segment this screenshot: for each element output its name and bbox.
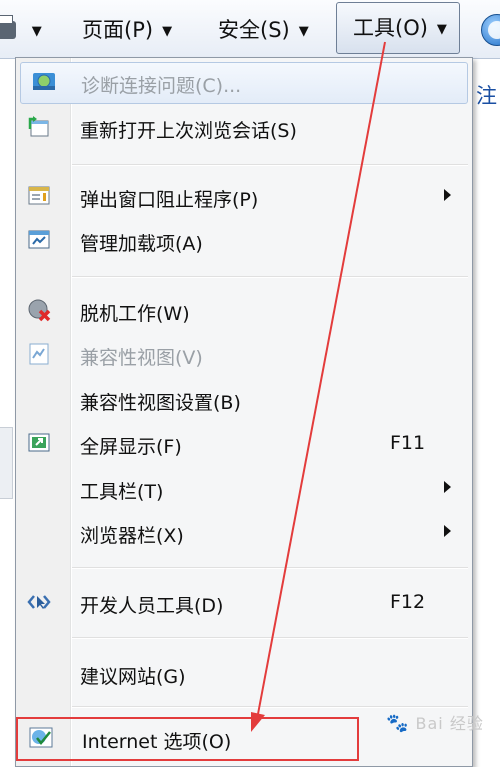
developer-tools-icon — [27, 595, 51, 609]
watermark: 🐾 Bai 经验 — [386, 710, 484, 734]
command-bar: ▼ 页面(P) ▼ 安全(S) ▼ 工具(O) ▼ — [0, 0, 500, 59]
menu-item-label: 浏览器栏(X) — [80, 525, 184, 547]
menu-item-diagnose-connection[interactable]: 诊断连接问题(C)... — [20, 62, 468, 104]
reopen-session-icon — [28, 116, 49, 137]
menu-item-work-offline[interactable]: 脱机工作(W) — [16, 291, 472, 331]
help-icon[interactable] — [481, 14, 500, 46]
shortcut-label: F11 — [390, 432, 426, 454]
menu-item-label: 弹出窗口阻止程序(P) — [80, 189, 259, 211]
menu-item-label: 诊断连接问题(C)... — [81, 75, 242, 97]
menu-item-compatibility-view[interactable]: 兼容性视图(V) — [16, 335, 472, 375]
menu-item-label: Internet 选项(O) — [82, 731, 232, 753]
fullscreen-icon — [28, 433, 50, 452]
tools-dropdown-menu: 诊断连接问题(C)... 重新打开上次浏览会话(S) 弹出窗口阻止程序(P) 管… — [15, 57, 473, 767]
menu-item-explorer-bars[interactable]: 浏览器栏(X) — [16, 513, 472, 553]
menu-item-label: 兼容性视图(V) — [80, 347, 203, 369]
print-button[interactable]: ▼ — [0, 10, 42, 50]
printer-icon — [0, 15, 16, 39]
menu-item-manage-addons[interactable]: 管理加载项(A) — [16, 221, 472, 261]
submenu-arrow-icon — [444, 189, 451, 201]
paw-icon: 🐾 — [386, 713, 410, 734]
chevron-down-icon: ▼ — [298, 24, 309, 39]
menu-item-fullscreen[interactable]: 全屏显示(F) F11 — [16, 424, 472, 464]
menu-item-popup-blocker[interactable]: 弹出窗口阻止程序(P) — [16, 177, 472, 217]
compat-view-icon — [29, 343, 49, 365]
menu-item-suggested-sites[interactable]: 建议网站(G) — [16, 654, 472, 694]
page-menu-label: 页面(P) — [82, 18, 154, 42]
menu-item-label: 脱机工作(W) — [80, 303, 190, 325]
menu-item-label: 工具栏(T) — [80, 481, 164, 503]
page-menu-button[interactable]: 页面(P) ▼ — [82, 10, 172, 50]
submenu-arrow-icon — [444, 525, 451, 537]
tools-menu-button[interactable]: 工具(O) ▼ — [336, 2, 460, 54]
chevron-down-icon: ▼ — [162, 24, 173, 39]
work-offline-icon — [28, 299, 51, 322]
print-dropdown-arrow[interactable]: ▼ — [32, 24, 42, 39]
safety-menu-label: 安全(S) — [218, 18, 290, 42]
menu-item-label: 重新打开上次浏览会话(S) — [80, 120, 297, 142]
internet-options-icon — [29, 727, 53, 748]
network-globe-icon — [33, 73, 55, 90]
menu-separator — [72, 276, 468, 278]
page-background-text: 注 — [476, 84, 497, 108]
menu-item-reopen-session[interactable]: 重新打开上次浏览会话(S) — [16, 108, 472, 148]
chevron-down-icon: ▼ — [436, 22, 447, 37]
watermark-text: Bai 经验 — [415, 714, 484, 733]
tools-menu-label: 工具(O) — [353, 16, 428, 40]
menu-item-compatibility-view-settings[interactable]: 兼容性视图设置(B) — [16, 380, 472, 420]
menu-item-label: 兼容性视图设置(B) — [80, 392, 241, 414]
menu-item-toolbars[interactable]: 工具栏(T) — [16, 469, 472, 509]
menu-item-label: 建议网站(G) — [80, 666, 186, 688]
menu-item-label: 管理加载项(A) — [80, 233, 203, 255]
page-background-edge — [0, 427, 13, 499]
menu-item-label: 全屏显示(F) — [80, 436, 182, 458]
menu-separator — [72, 164, 468, 166]
menu-item-internet-options[interactable]: Internet 选项(O) — [16, 717, 359, 761]
shortcut-label: F12 — [390, 591, 426, 613]
menu-item-developer-tools[interactable]: 开发人员工具(D) F12 — [16, 583, 472, 623]
menu-separator — [72, 637, 468, 639]
submenu-arrow-icon — [444, 481, 451, 493]
safety-menu-button[interactable]: 安全(S) ▼ — [218, 10, 309, 50]
menu-item-label: 开发人员工具(D) — [80, 595, 224, 617]
menu-separator — [72, 567, 468, 569]
popup-blocker-icon — [28, 186, 50, 205]
addons-icon — [28, 230, 50, 249]
menu-separator — [72, 706, 468, 708]
